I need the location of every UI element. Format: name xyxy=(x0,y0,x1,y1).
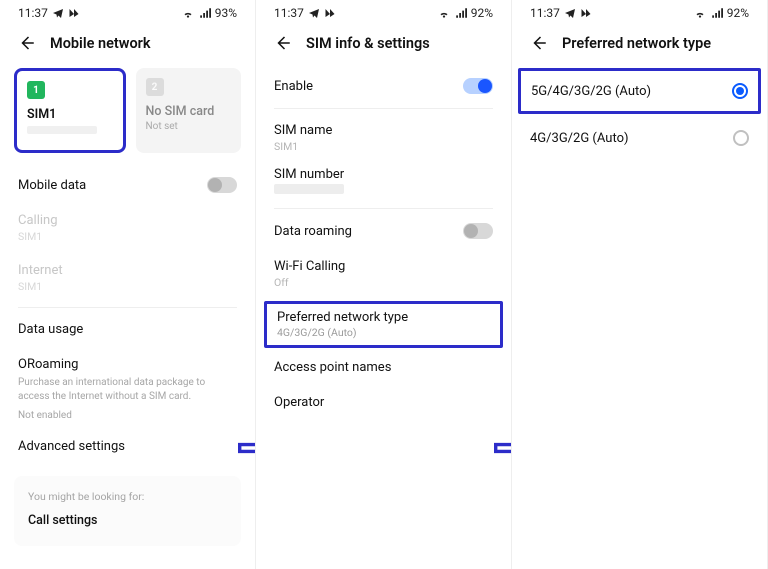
calling-label: Calling xyxy=(18,213,58,228)
calling-row: Calling SIM1 xyxy=(0,203,255,253)
data-roaming-toggle[interactable] xyxy=(463,223,493,239)
radio-unselected-icon[interactable] xyxy=(733,130,749,146)
network-option-5g[interactable]: 5G/4G/3G/2G (Auto) xyxy=(518,68,761,114)
wifi-icon xyxy=(181,7,195,19)
enable-row[interactable]: Enable xyxy=(256,68,511,104)
oroaming-desc: Purchase an international data package t… xyxy=(0,374,255,409)
battery-text: 93% xyxy=(215,6,237,20)
sim2-sub: Not set xyxy=(146,121,232,132)
sim1-carrier-placeholder xyxy=(27,126,97,134)
telegram-icon xyxy=(308,7,320,19)
app-icon xyxy=(324,7,336,19)
clock-text: 11:37 xyxy=(530,6,560,20)
network-option-4g[interactable]: 4G/3G/2G (Auto) xyxy=(512,118,767,158)
divider xyxy=(18,307,237,308)
suggestion-card: You might be looking for: Call settings xyxy=(14,476,241,546)
enable-toggle[interactable] xyxy=(463,78,493,94)
advanced-label: Advanced settings xyxy=(18,439,125,454)
sim-slot-2[interactable]: 2 No SIM card Not set xyxy=(136,68,242,153)
pref-net-label: Preferred network type xyxy=(277,310,490,325)
sim-slot-1[interactable]: 1 SIM1 xyxy=(14,68,126,153)
data-usage-row[interactable]: Data usage xyxy=(0,312,255,347)
radio-selected-icon[interactable] xyxy=(732,83,748,99)
network-option-4g-label: 4G/3G/2G (Auto) xyxy=(530,131,629,146)
operator-row[interactable]: Operator xyxy=(256,385,511,420)
data-usage-label: Data usage xyxy=(18,322,83,337)
sim-number-label: SIM number xyxy=(274,167,493,182)
back-arrow-icon[interactable] xyxy=(18,34,36,52)
mobile-data-label: Mobile data xyxy=(18,178,86,193)
telegram-icon xyxy=(564,7,576,19)
signal-icon xyxy=(455,7,467,19)
wifi-icon xyxy=(693,7,707,19)
page-title: SIM info & settings xyxy=(306,35,430,52)
mobile-data-row[interactable]: Mobile data xyxy=(0,167,255,203)
sim-name-row[interactable]: SIM name SIM1 xyxy=(256,113,511,163)
calling-sub: SIM1 xyxy=(18,230,58,243)
battery-text: 92% xyxy=(727,6,749,20)
back-arrow-icon[interactable] xyxy=(530,34,548,52)
app-icon xyxy=(580,7,592,19)
battery-text: 92% xyxy=(471,6,493,20)
internet-label: Internet xyxy=(18,263,63,278)
wifi-calling-row[interactable]: Wi-Fi Calling Off xyxy=(256,249,511,299)
clock-text: 11:37 xyxy=(18,6,48,20)
data-roaming-row[interactable]: Data roaming xyxy=(256,213,511,249)
arrow-right-icon xyxy=(494,437,512,459)
sim-name-value: SIM1 xyxy=(274,140,493,153)
back-arrow-icon[interactable] xyxy=(274,34,292,52)
network-option-5g-label: 5G/4G/3G/2G (Auto) xyxy=(531,84,651,99)
apn-row[interactable]: Access point names xyxy=(256,350,511,385)
signal-icon xyxy=(199,7,211,19)
signal-icon xyxy=(711,7,723,19)
oroaming-row[interactable]: ORoaming xyxy=(0,347,255,374)
enable-label: Enable xyxy=(274,79,313,94)
divider xyxy=(274,208,493,209)
sim-number-row[interactable]: SIM number xyxy=(256,163,511,204)
app-icon xyxy=(68,7,80,19)
telegram-icon xyxy=(52,7,64,19)
wifi-calling-value: Off xyxy=(274,276,493,289)
preferred-network-type-row[interactable]: Preferred network type 4G/3G/2G (Auto) xyxy=(264,301,503,348)
oroaming-label: ORoaming xyxy=(18,357,78,372)
sim-name-label: SIM name xyxy=(274,123,493,138)
operator-label: Operator xyxy=(274,395,324,410)
pref-net-value: 4G/3G/2G (Auto) xyxy=(277,326,490,339)
sim1-badge: 1 xyxy=(27,81,45,99)
internet-sub: SIM1 xyxy=(18,280,63,293)
mobile-data-toggle[interactable] xyxy=(207,177,237,193)
arrow-right-icon xyxy=(238,437,256,459)
divider xyxy=(274,108,493,109)
suggestion-hint: You might be looking for: xyxy=(28,490,227,503)
internet-row: Internet SIM1 xyxy=(0,253,255,303)
clock-text: 11:37 xyxy=(274,6,304,20)
oroaming-state: Not enabled xyxy=(0,409,255,429)
data-roaming-label: Data roaming xyxy=(274,224,352,239)
apn-label: Access point names xyxy=(274,360,391,375)
wifi-calling-label: Wi-Fi Calling xyxy=(274,259,493,274)
sim2-badge: 2 xyxy=(146,78,164,96)
sim2-label: No SIM card xyxy=(146,104,232,119)
sim-number-placeholder xyxy=(274,184,344,194)
page-title: Mobile network xyxy=(50,35,151,52)
wifi-icon xyxy=(437,7,451,19)
page-title: Preferred network type xyxy=(562,35,711,52)
call-settings-link[interactable]: Call settings xyxy=(28,513,227,528)
advanced-settings-row[interactable]: Advanced settings xyxy=(0,429,255,464)
sim1-label: SIM1 xyxy=(27,107,113,122)
